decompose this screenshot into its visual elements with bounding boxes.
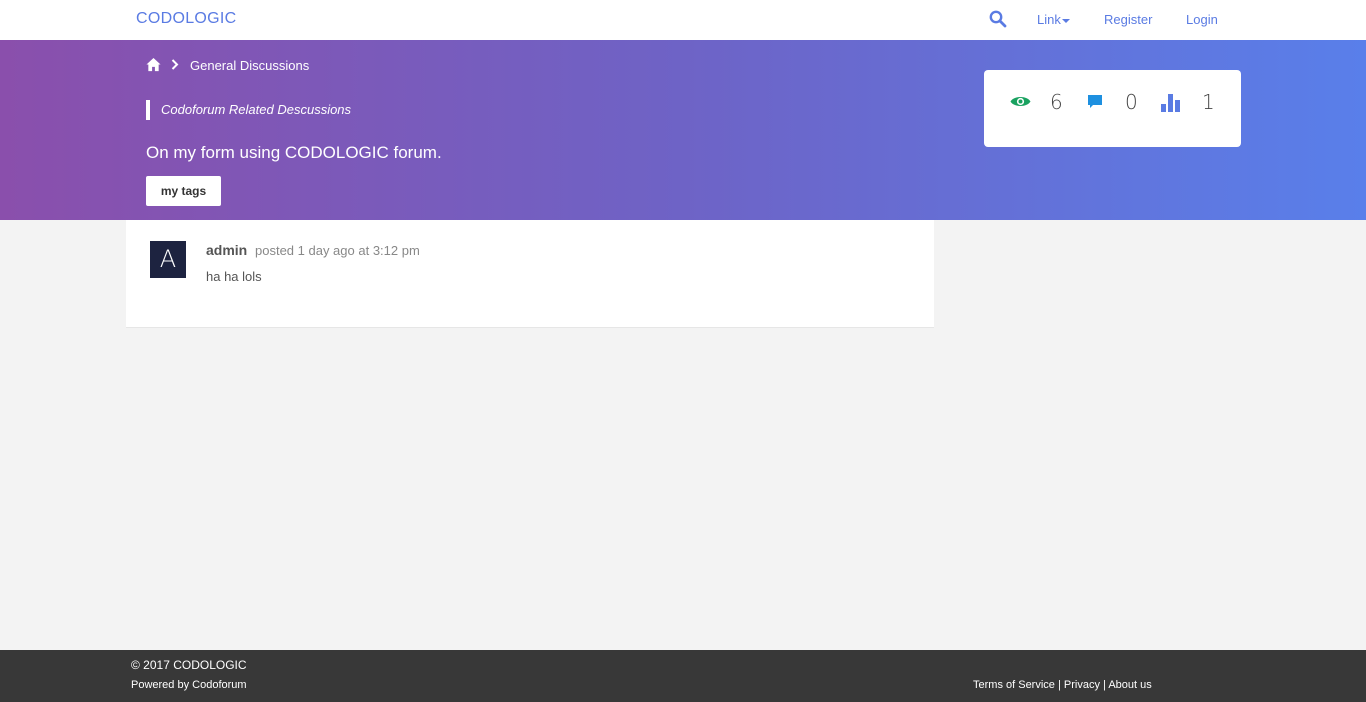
rank-count: 1 bbox=[1202, 90, 1215, 114]
caret-down-icon bbox=[1061, 18, 1070, 23]
post-body: ha ha lols bbox=[206, 269, 262, 284]
category-accent-bar bbox=[146, 100, 150, 120]
search-icon[interactable] bbox=[989, 10, 1007, 28]
brand-logo-link[interactable]: CODOLOGIC bbox=[136, 10, 237, 28]
post-username[interactable]: admin bbox=[206, 242, 247, 258]
link-dropdown-toggle[interactable]: Link bbox=[1037, 12, 1070, 27]
top-navbar: CODOLOGIC Link Register Login bbox=[0, 0, 1366, 40]
replies-count: 0 bbox=[1125, 90, 1138, 114]
link-dropdown-label: Link bbox=[1037, 12, 1061, 27]
breadcrumb-general-discussions[interactable]: General Discussions bbox=[190, 58, 309, 73]
topic-stats-card: 6 0 1 bbox=[984, 70, 1241, 147]
footer-separator: | bbox=[1054, 679, 1064, 691]
powered-by-prefix: Powered by bbox=[131, 679, 193, 691]
tags-button[interactable]: my tags bbox=[146, 176, 221, 206]
avatar[interactable]: A bbox=[150, 241, 186, 278]
topic-header: General Discussions Codoforum Related De… bbox=[0, 40, 1366, 220]
category-link[interactable]: Codoforum Related Descussions bbox=[161, 102, 351, 117]
post-card: A admin posted 1 day ago at 3:12 pm ha h… bbox=[126, 220, 934, 328]
chevron-right-icon bbox=[171, 59, 179, 70]
post-timestamp: posted 1 day ago at 3:12 pm bbox=[255, 243, 420, 258]
terms-of-service-link[interactable]: Terms of Service bbox=[973, 679, 1055, 691]
eye-icon bbox=[1010, 97, 1031, 106]
footer-links: Terms of Service | Privacy | About us bbox=[973, 679, 1152, 691]
topic-title: On my form using CODOLOGIC forum. bbox=[146, 143, 442, 162]
views-count: 6 bbox=[1050, 90, 1063, 114]
comment-icon bbox=[1088, 95, 1102, 108]
home-icon[interactable] bbox=[146, 57, 161, 72]
bar-chart-icon bbox=[1161, 94, 1180, 112]
copyright-text: © 2017 CODOLOGIC bbox=[131, 658, 247, 672]
login-link[interactable]: Login bbox=[1186, 12, 1218, 27]
register-link[interactable]: Register bbox=[1104, 12, 1152, 27]
powered-by: Powered by Codoforum bbox=[131, 679, 247, 691]
codoforum-link[interactable]: Codoforum bbox=[192, 679, 246, 691]
about-us-link[interactable]: About us bbox=[1108, 679, 1151, 691]
privacy-link[interactable]: Privacy bbox=[1064, 679, 1100, 691]
footer: © 2017 CODOLOGIC Powered by Codoforum Te… bbox=[0, 650, 1366, 702]
